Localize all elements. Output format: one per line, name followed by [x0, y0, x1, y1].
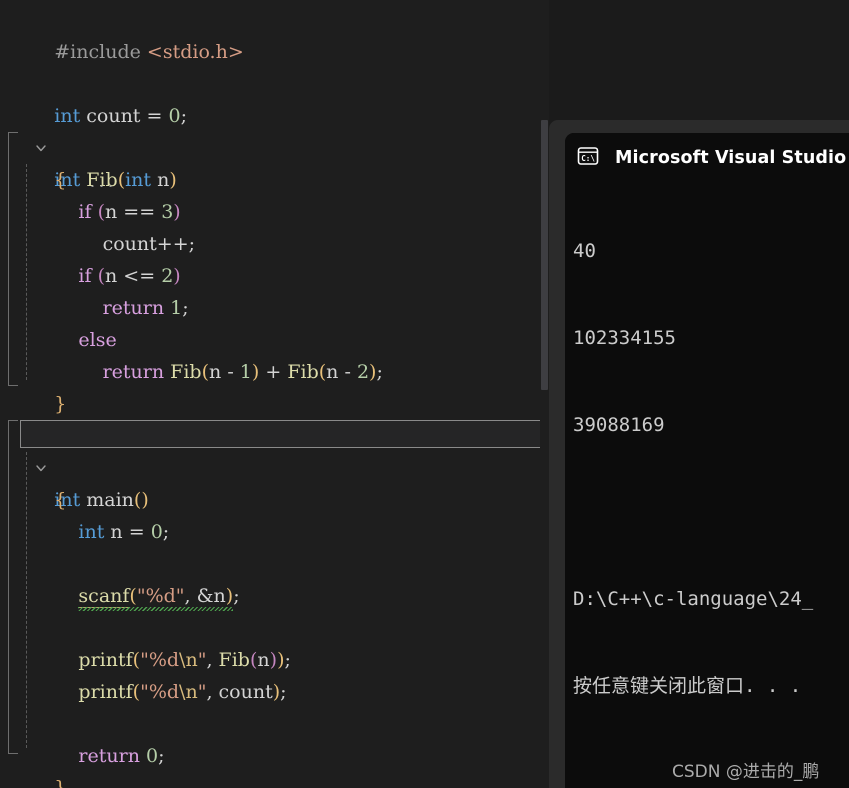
collapse-chevron-icon[interactable] — [2, 420, 46, 471]
console-output-line-prompt: 按任意键关闭此窗口. . . — [573, 675, 802, 697]
code-editor[interactable]: #include <stdio.h> int count = 0; int Fi… — [0, 0, 549, 788]
code-line[interactable]: } — [0, 356, 549, 415]
code-line[interactable]: printf("%d\n", Fib(n)); — [0, 612, 549, 671]
editor-vertical-scrollbar[interactable] — [540, 0, 549, 788]
console-output-line: 102334155 — [573, 327, 676, 349]
code-line[interactable]: if (n == 3) — [0, 164, 549, 223]
scrollbar-thumb[interactable] — [541, 120, 548, 390]
console-titlebar[interactable]: C:\ Microsoft Visual Studio 调试 — [565, 133, 849, 179]
code-line-function-main[interactable]: int main() — [0, 420, 549, 511]
indent-guide-main — [26, 452, 27, 748]
console-window-icon: C:\ — [575, 143, 601, 169]
code-line[interactable]: return Fib(n - 1) + Fib(n - 2); — [0, 324, 549, 383]
console-output: 40 102334155 39088169 D:\C++\c-language\… — [565, 179, 849, 759]
code-line-current[interactable] — [0, 388, 549, 448]
code-line-blank[interactable] — [0, 676, 549, 708]
console-window-title: Microsoft Visual Studio 调试 — [615, 147, 849, 168]
token-brace-close: } — [54, 777, 67, 788]
code-line-scanf-warning[interactable]: scanf("%d", &n); — [0, 548, 549, 611]
code-line[interactable]: if (n <= 2) — [0, 228, 549, 287]
console-content-area[interactable]: C:\ Microsoft Visual Studio 调试 40 102334… — [565, 133, 849, 788]
code-line-blank[interactable] — [0, 580, 549, 612]
code-line[interactable]: int n = 0; — [0, 484, 549, 543]
console-output-line-path: D:\C++\c-language\24_ — [573, 588, 814, 610]
code-line-blank[interactable] — [0, 36, 549, 68]
svg-text:C:\: C:\ — [581, 154, 595, 163]
code-line[interactable]: #include <stdio.h> — [0, 4, 549, 63]
code-line-function-fib[interactable]: int Fib(int n) — [0, 100, 549, 191]
code-line[interactable]: { — [0, 132, 549, 191]
code-line[interactable]: } — [0, 740, 549, 788]
csdn-watermark: CSDN @进击的_鹏 — [672, 762, 820, 782]
code-line[interactable]: { — [0, 452, 549, 511]
console-window[interactable]: C:\ Microsoft Visual Studio 调试 40 102334… — [549, 120, 849, 788]
console-output-line-blank — [573, 498, 849, 527]
code-line[interactable]: return 1; — [0, 260, 549, 319]
code-line[interactable]: printf("%d\n", count); — [0, 644, 549, 703]
console-output-line: 40 — [573, 240, 596, 262]
code-lines-container[interactable]: #include <stdio.h> int count = 0; int Fi… — [0, 0, 549, 788]
console-output-line: 39088169 — [573, 414, 665, 436]
code-line[interactable]: int count = 0; — [0, 68, 549, 127]
code-line[interactable]: count++; — [0, 196, 549, 255]
code-line-blank[interactable] — [0, 516, 549, 548]
indent-guide-fib — [26, 164, 27, 380]
code-line[interactable]: else — [0, 292, 549, 351]
collapse-chevron-icon[interactable] — [2, 100, 46, 151]
code-line[interactable]: return 0; — [0, 708, 549, 767]
